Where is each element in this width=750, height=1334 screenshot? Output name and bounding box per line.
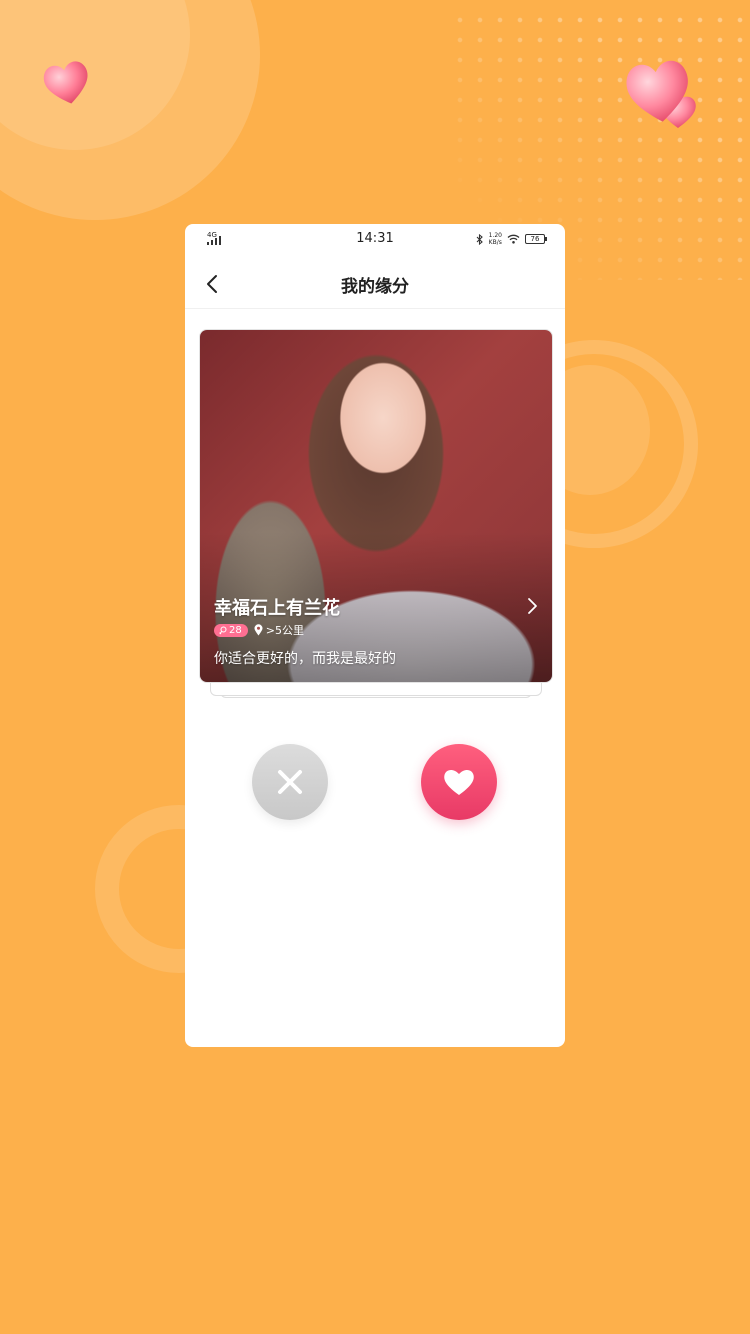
age-badge: 28 — [214, 623, 248, 637]
status-bar: 4G 14:31 1.20 KB/s 76 — [185, 224, 565, 254]
profile-name: 幸福石上有兰花 — [214, 598, 340, 619]
female-icon — [219, 626, 227, 634]
profile-bio: 你适合更好的，而我是最好的 — [214, 651, 396, 667]
bluetooth-icon — [476, 233, 483, 245]
profile-meta: 28 >5公里 — [214, 622, 304, 638]
status-icons: 1.20 KB/s 76 — [476, 232, 547, 246]
nav-bar: 我的缘分 — [185, 260, 565, 309]
network-speed: 1.20 KB/s — [488, 232, 502, 246]
distance-value: >5公里 — [265, 624, 304, 637]
phone-screen: 4G 14:31 1.20 KB/s 76 我的缘分 幸福石上有兰花 28 >5… — [185, 224, 565, 1047]
heart-decoration-icon — [43, 61, 88, 104]
battery-icon: 76 — [525, 234, 547, 244]
heart-icon — [444, 769, 474, 795]
profile-card[interactable]: 幸福石上有兰花 28 >5公里 你适合更好的，而我是最好的 — [199, 329, 553, 683]
age-value: 28 — [229, 624, 242, 636]
close-icon — [278, 770, 302, 794]
location-pin-icon — [254, 624, 263, 636]
chevron-right-icon[interactable] — [524, 596, 540, 616]
hearts-decoration-icon — [626, 60, 696, 128]
page-title: 我的缘分 — [341, 277, 409, 297]
like-button[interactable] — [421, 744, 497, 820]
app-background: 4G 14:31 1.20 KB/s 76 我的缘分 幸福石上有兰花 28 >5… — [0, 0, 750, 1334]
dislike-button[interactable] — [252, 744, 328, 820]
distance-info: >5公里 — [254, 622, 304, 638]
wifi-icon — [507, 234, 520, 244]
